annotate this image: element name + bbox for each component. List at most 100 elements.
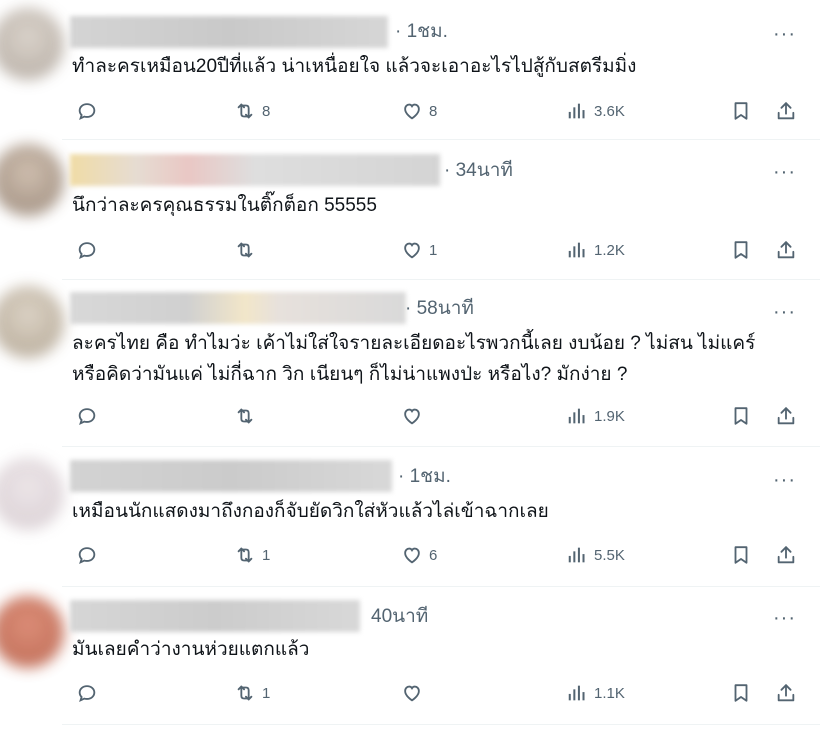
like-icon: [404, 408, 420, 425]
repost-icon: [237, 103, 253, 119]
comment-post[interactable]: · 1ชม. ··· ทำละครเหมือน20ปีที่แล้ว น่าเห…: [0, 0, 820, 140]
blurred-username[interactable]: [70, 154, 440, 186]
like-button[interactable]: [401, 401, 429, 431]
avatar[interactable]: [0, 144, 64, 216]
more-icon[interactable]: ···: [773, 608, 797, 628]
comment-feed: · 1ชม. ··· ทำละครเหมือน20ปีที่แล้ว น่าเห…: [0, 0, 820, 732]
like-icon: [404, 685, 420, 702]
like-button[interactable]: 1: [401, 235, 437, 265]
post-text-line: หรือคิดว่ามันแค่ ไม่กี่ฉาก วิก เนียนๆ ก็…: [72, 364, 628, 385]
post-text: ทำละครเหมือน20ปีที่แล้ว น่าเหนื่อยใจ แล้…: [72, 51, 802, 82]
share-icon: [777, 102, 795, 120]
like-button[interactable]: 8: [401, 96, 437, 126]
views-button[interactable]: 3.6K: [566, 96, 625, 126]
views-count: 1.9K: [594, 407, 625, 425]
post-text: ละครไทย คือ ทำไมว่ะ เค้าไม่ใส่ใจรายละเอี…: [72, 328, 802, 390]
more-icon[interactable]: ···: [773, 470, 797, 490]
action-bar: 1 1.2K: [0, 235, 820, 265]
action-bar: 1.9K: [0, 401, 820, 431]
bookmark-button[interactable]: [730, 540, 752, 570]
avatar[interactable]: [0, 8, 64, 80]
repost-icon: [237, 547, 253, 563]
reply-button[interactable]: [76, 540, 104, 570]
blurred-username[interactable]: [70, 600, 360, 632]
like-icon: [404, 547, 420, 564]
share-button[interactable]: [775, 401, 797, 431]
blurred-username[interactable]: [70, 460, 392, 492]
action-bar: 8 8 3.6K: [0, 96, 820, 126]
views-count: 5.5K: [594, 546, 625, 564]
views-button[interactable]: 5.5K: [566, 540, 625, 570]
bookmark-icon: [734, 407, 748, 425]
share-icon: [777, 407, 795, 425]
like-button[interactable]: 6: [401, 540, 437, 570]
blurred-username[interactable]: [70, 16, 388, 48]
share-button[interactable]: [775, 678, 797, 708]
repost-icon: [237, 242, 253, 258]
avatar[interactable]: [0, 286, 64, 358]
views-icon: [568, 242, 585, 258]
views-icon: [568, 685, 585, 701]
views-icon: [568, 408, 585, 424]
reply-button[interactable]: [76, 235, 104, 265]
post-time[interactable]: · 1ชม.: [395, 18, 448, 46]
comment-post[interactable]: · 1ชม. ··· เหมือนนักแสดงมาถึงกองก็จับยัด…: [0, 448, 820, 588]
views-count: 3.6K: [594, 102, 625, 120]
more-icon[interactable]: ···: [773, 162, 797, 182]
comment-post[interactable]: 40นาที ··· มันเลยคำว่างานห่วยแตกแล้ว 1 1…: [0, 588, 820, 732]
share-button[interactable]: [775, 540, 797, 570]
reply-icon: [78, 408, 96, 426]
post-divider: [62, 446, 820, 447]
post-text-line: ทำละครเหมือน20ปีที่แล้ว น่าเหนื่อยใจ แล้…: [72, 56, 637, 77]
views-count: 1.1K: [594, 684, 625, 702]
bookmark-button[interactable]: [730, 401, 752, 431]
avatar[interactable]: [0, 596, 64, 668]
post-text: นึกว่าละครคุณธรรมในติ๊กต็อก 55555: [72, 190, 802, 221]
repost-count: 1: [262, 684, 271, 702]
post-divider: [62, 724, 820, 725]
reply-button[interactable]: [76, 678, 104, 708]
post-text: มันเลยคำว่างานห่วยแตกแล้ว: [72, 634, 802, 665]
bookmark-button[interactable]: [730, 678, 752, 708]
views-button[interactable]: 1.9K: [566, 401, 625, 431]
repost-button[interactable]: [234, 235, 262, 265]
bookmark-button[interactable]: [730, 235, 752, 265]
share-icon: [777, 241, 795, 259]
post-text-line: นึกว่าละครคุณธรรมในติ๊กต็อก 55555: [72, 195, 377, 216]
bookmark-icon: [734, 684, 748, 702]
post-time[interactable]: · 1ชม.: [398, 463, 451, 491]
bookmark-button[interactable]: [730, 96, 752, 126]
repost-button[interactable]: [234, 401, 262, 431]
more-icon[interactable]: ···: [773, 302, 797, 322]
like-button[interactable]: [401, 678, 429, 708]
avatar[interactable]: [0, 458, 64, 530]
views-button[interactable]: 1.2K: [566, 235, 625, 265]
repost-button[interactable]: 1: [234, 540, 270, 570]
reply-icon: [78, 685, 96, 703]
repost-button[interactable]: 8: [234, 96, 270, 126]
post-time[interactable]: · 34นาที: [444, 157, 513, 185]
like-icon: [404, 103, 420, 120]
bookmark-icon: [734, 102, 748, 120]
action-bar: 1 6 5.5K: [0, 540, 820, 570]
share-button[interactable]: [775, 235, 797, 265]
share-button[interactable]: [775, 96, 797, 126]
post-text-line: มันเลยคำว่างานห่วยแตกแล้ว: [72, 639, 310, 660]
post-time[interactable]: · 58นาที: [405, 295, 474, 323]
views-icon: [568, 103, 585, 119]
views-icon: [568, 547, 585, 563]
like-count: 1: [429, 241, 438, 259]
blurred-username[interactable]: [70, 292, 406, 324]
repost-button[interactable]: 1: [234, 678, 270, 708]
like-icon: [404, 242, 420, 259]
comment-post[interactable]: · 34นาที ··· นึกว่าละครคุณธรรมในติ๊กต็อก…: [0, 140, 820, 280]
comment-post[interactable]: · 58นาที ··· ละครไทย คือ ทำไมว่ะ เค้าไม่…: [0, 280, 820, 448]
more-icon[interactable]: ···: [773, 24, 797, 44]
reply-button[interactable]: [76, 96, 104, 126]
views-button[interactable]: 1.1K: [566, 678, 625, 708]
bookmark-icon: [734, 241, 748, 259]
post-time[interactable]: 40นาที: [371, 603, 428, 631]
repost-icon: [237, 408, 253, 424]
like-count: 6: [429, 546, 438, 564]
reply-button[interactable]: [76, 401, 104, 431]
